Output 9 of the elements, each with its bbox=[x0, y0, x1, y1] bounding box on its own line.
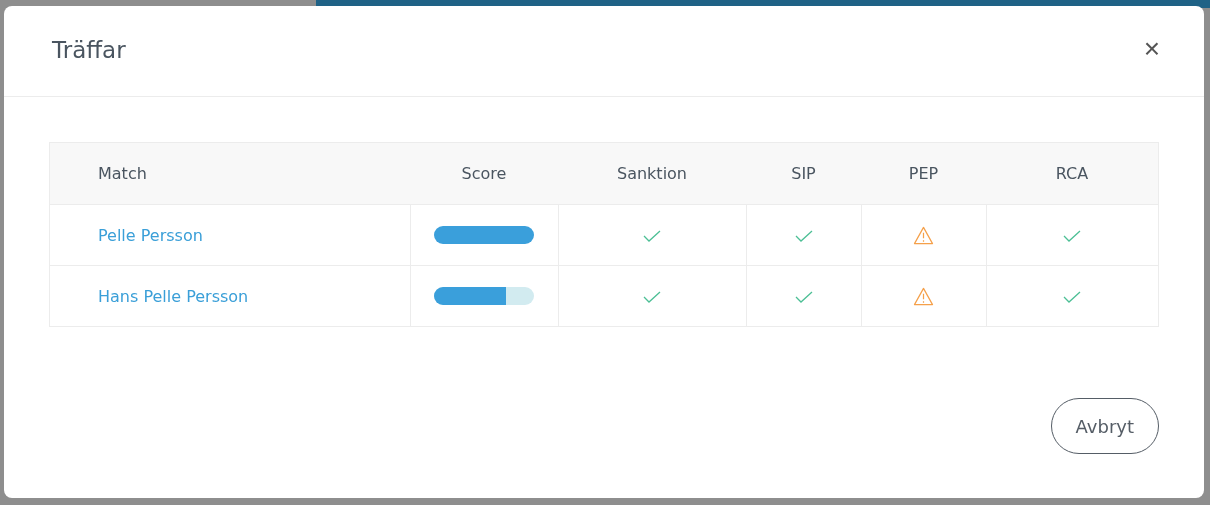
column-header: Match bbox=[49, 142, 410, 205]
cancel-button[interactable]: Avbryt bbox=[1050, 398, 1159, 454]
column-header: Sanktion bbox=[558, 142, 746, 205]
column-header: SIP bbox=[746, 142, 861, 205]
column-header: RCA bbox=[986, 142, 1159, 205]
dialog-title: Träffar bbox=[52, 36, 126, 63]
column-header: Score bbox=[410, 142, 558, 205]
close-button[interactable]: × bbox=[1139, 35, 1164, 63]
column-header: PEP bbox=[861, 142, 986, 205]
